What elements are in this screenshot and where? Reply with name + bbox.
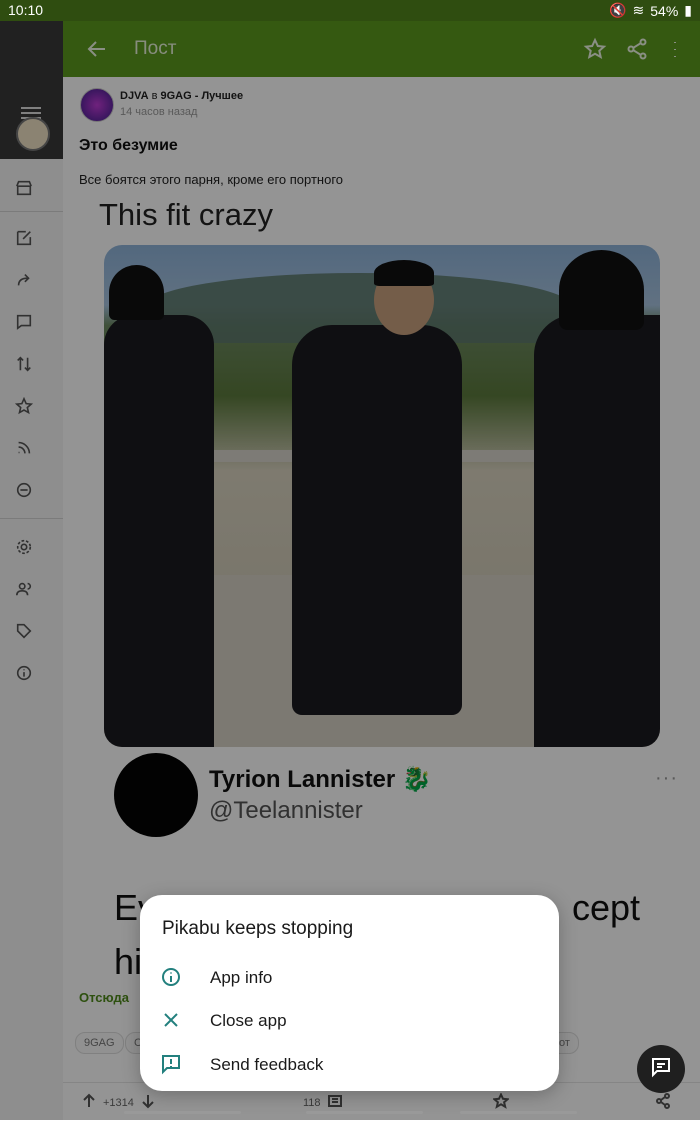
app-info-option[interactable]: App info (140, 956, 559, 998)
app-crash-dialog: Pikabu keeps stopping App info Close app… (140, 895, 559, 1091)
nav-hint-bar (124, 1111, 241, 1114)
chat-icon (650, 1056, 672, 1083)
status-indicators: 🔇 ≋ 54% ▮ (609, 2, 692, 19)
feedback-icon (160, 1053, 182, 1075)
comment-fab[interactable] (637, 1045, 685, 1093)
mute-icon: 🔇 (609, 2, 627, 18)
battery-icon: ▮ (684, 2, 692, 18)
dialog-title: Pikabu keeps stopping (162, 918, 354, 939)
wifi-icon: ≋ (632, 2, 645, 18)
status-bar: 10:10 🔇 ≋ 54% ▮ (0, 0, 700, 21)
nav-hint-bar (306, 1111, 423, 1114)
close-icon (160, 1009, 182, 1031)
close-app-label: Close app (210, 1011, 287, 1030)
status-time: 10:10 (8, 2, 44, 18)
send-feedback-label: Send feedback (210, 1055, 324, 1074)
nav-hint-bar (460, 1111, 577, 1114)
app-info-label: App info (210, 968, 273, 987)
info-icon (160, 966, 182, 988)
close-app-option[interactable]: Close app (140, 999, 559, 1041)
battery-percent: 54% (650, 2, 679, 19)
send-feedback-option[interactable]: Send feedback (140, 1043, 559, 1085)
